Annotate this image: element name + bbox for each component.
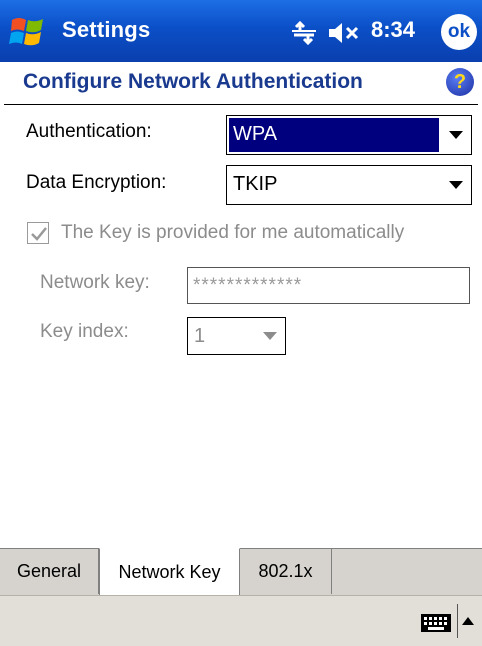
authentication-dropdown[interactable]: WPA	[226, 115, 472, 155]
tab-802-1x[interactable]: 802.1x	[240, 549, 332, 594]
sip-divider	[457, 604, 458, 638]
keyboard-icon[interactable]	[420, 613, 452, 633]
page-title: Configure Network Authentication	[23, 70, 363, 93]
data-encryption-value: TKIP	[233, 173, 278, 195]
chevron-down-icon	[449, 181, 463, 189]
ok-button[interactable]: ok	[441, 14, 477, 50]
help-icon[interactable]: ?	[446, 68, 474, 96]
chevron-down-icon	[263, 332, 277, 340]
app-title: Settings	[62, 17, 151, 42]
auto-key-checkbox[interactable]	[27, 222, 49, 244]
tab-general[interactable]: General	[0, 549, 99, 594]
menu-bar	[0, 595, 482, 646]
key-index-label: Key index:	[40, 321, 129, 342]
clock[interactable]: 8:34	[371, 17, 415, 43]
chevron-down-icon	[449, 131, 463, 139]
header-divider	[4, 104, 478, 105]
key-index-value: 1	[194, 325, 206, 347]
authentication-label: Authentication:	[26, 121, 152, 142]
network-key-field[interactable]: *************	[187, 267, 470, 304]
data-encryption-dropdown[interactable]: TKIP	[226, 165, 472, 205]
checkmark-icon	[31, 227, 47, 241]
chevron-up-icon[interactable]	[462, 617, 474, 625]
tab-network-key[interactable]: Network Key	[99, 548, 240, 595]
title-bar: Settings 8:34 ok	[0, 0, 482, 62]
speaker-muted-icon[interactable]	[327, 21, 361, 45]
key-index-dropdown[interactable]: 1	[187, 317, 286, 355]
connectivity-arrows-icon[interactable]	[290, 21, 318, 45]
auto-key-label[interactable]: The Key is provided for me automatically	[61, 222, 404, 244]
data-encryption-label: Data Encryption:	[26, 172, 167, 193]
windows-start-icon[interactable]	[8, 12, 48, 52]
authentication-value: WPA	[229, 118, 439, 152]
network-key-label: Network key:	[40, 272, 150, 293]
tab-bar: General Network Key 802.1x	[0, 548, 482, 595]
